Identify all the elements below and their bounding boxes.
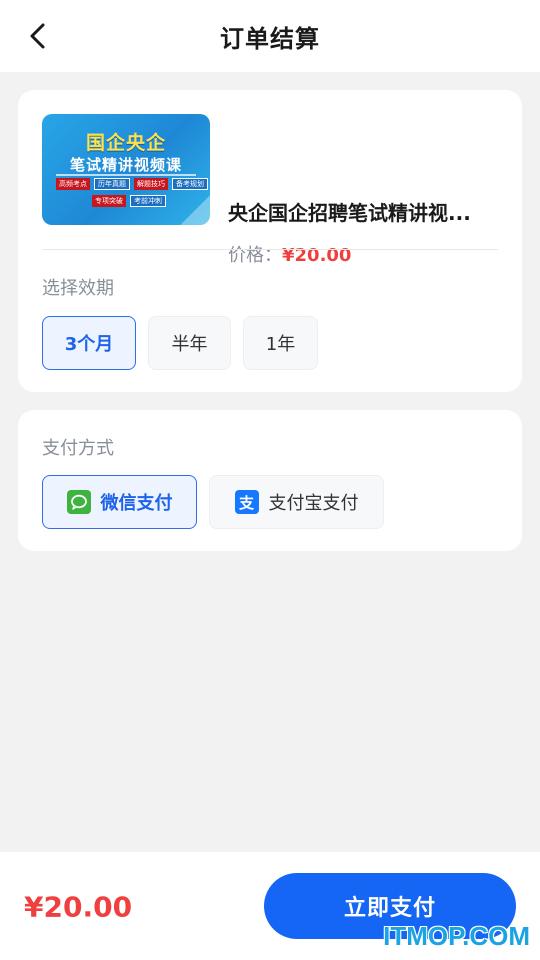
chevron-left-icon <box>30 23 45 49</box>
page-title: 订单结算 <box>220 24 320 53</box>
thumbnail-corner-decoration <box>180 195 210 225</box>
thumbnail-tags-row1: 高频考点 历年真题 解题技巧 备考规划 <box>56 178 208 190</box>
thumbnail-tag: 备考规划 <box>172 178 208 190</box>
thumbnail-tag: 高频考点 <box>56 178 90 190</box>
validity-option-3-months[interactable]: 3个月 <box>42 316 136 370</box>
payment-option-alipay[interactable]: 支 支付宝支付 <box>209 475 384 529</box>
wechat-icon <box>66 490 91 514</box>
thumbnail-tag: 专项突破 <box>92 195 126 207</box>
validity-label: 选择效期 <box>42 278 114 299</box>
product-thumbnail[interactable]: 国企央企 笔试精讲视频课 高频考点 历年真题 解题技巧 备考规划 专项突破 考前… <box>42 114 210 225</box>
product-name: 央企国企招聘笔试精讲视... <box>228 201 471 225</box>
thumbnail-divider <box>56 174 196 176</box>
payment-option-wechat[interactable]: 微信支付 <box>42 475 197 529</box>
thumbnail-tag: 解题技巧 <box>134 178 168 190</box>
payment-label: 支付方式 <box>42 438 114 459</box>
alipay-icon: 支 <box>234 490 259 514</box>
thumbnail-tags-row2: 专项突破 考前冲刺 <box>92 195 166 207</box>
thumbnail-title: 国企央企 <box>85 132 166 154</box>
payment-options: 微信支付 支 支付宝支付 <box>42 475 384 529</box>
payment-option-label: 支付宝支付 <box>268 493 359 514</box>
thumbnail-tag: 考前冲刺 <box>130 195 166 207</box>
payment-option-label: 微信支付 <box>100 493 173 514</box>
product-card: 国企央企 笔试精讲视频课 高频考点 历年真题 解题技巧 备考规划 专项突破 考前… <box>18 90 522 392</box>
thumbnail-tag: 历年真题 <box>94 178 130 190</box>
validity-option-1-year[interactable]: 1年 <box>243 316 318 370</box>
bottom-bar: ¥20.00 立即支付 ITMOP.COM <box>0 852 540 960</box>
header: 订单结算 <box>0 0 540 72</box>
watermark: ITMOP.COM <box>383 921 530 951</box>
validity-options: 3个月 半年 1年 <box>42 316 318 370</box>
price-row: 价格：¥20.00 <box>228 241 351 267</box>
payment-card: 支付方式 微信支付 支 支付宝支付 <box>18 410 522 551</box>
thumbnail-subtitle: 笔试精讲视频课 <box>69 156 182 174</box>
back-button[interactable] <box>20 18 56 54</box>
divider <box>42 249 498 250</box>
validity-option-half-year[interactable]: 半年 <box>148 316 231 370</box>
total-price: ¥20.00 <box>24 890 133 924</box>
